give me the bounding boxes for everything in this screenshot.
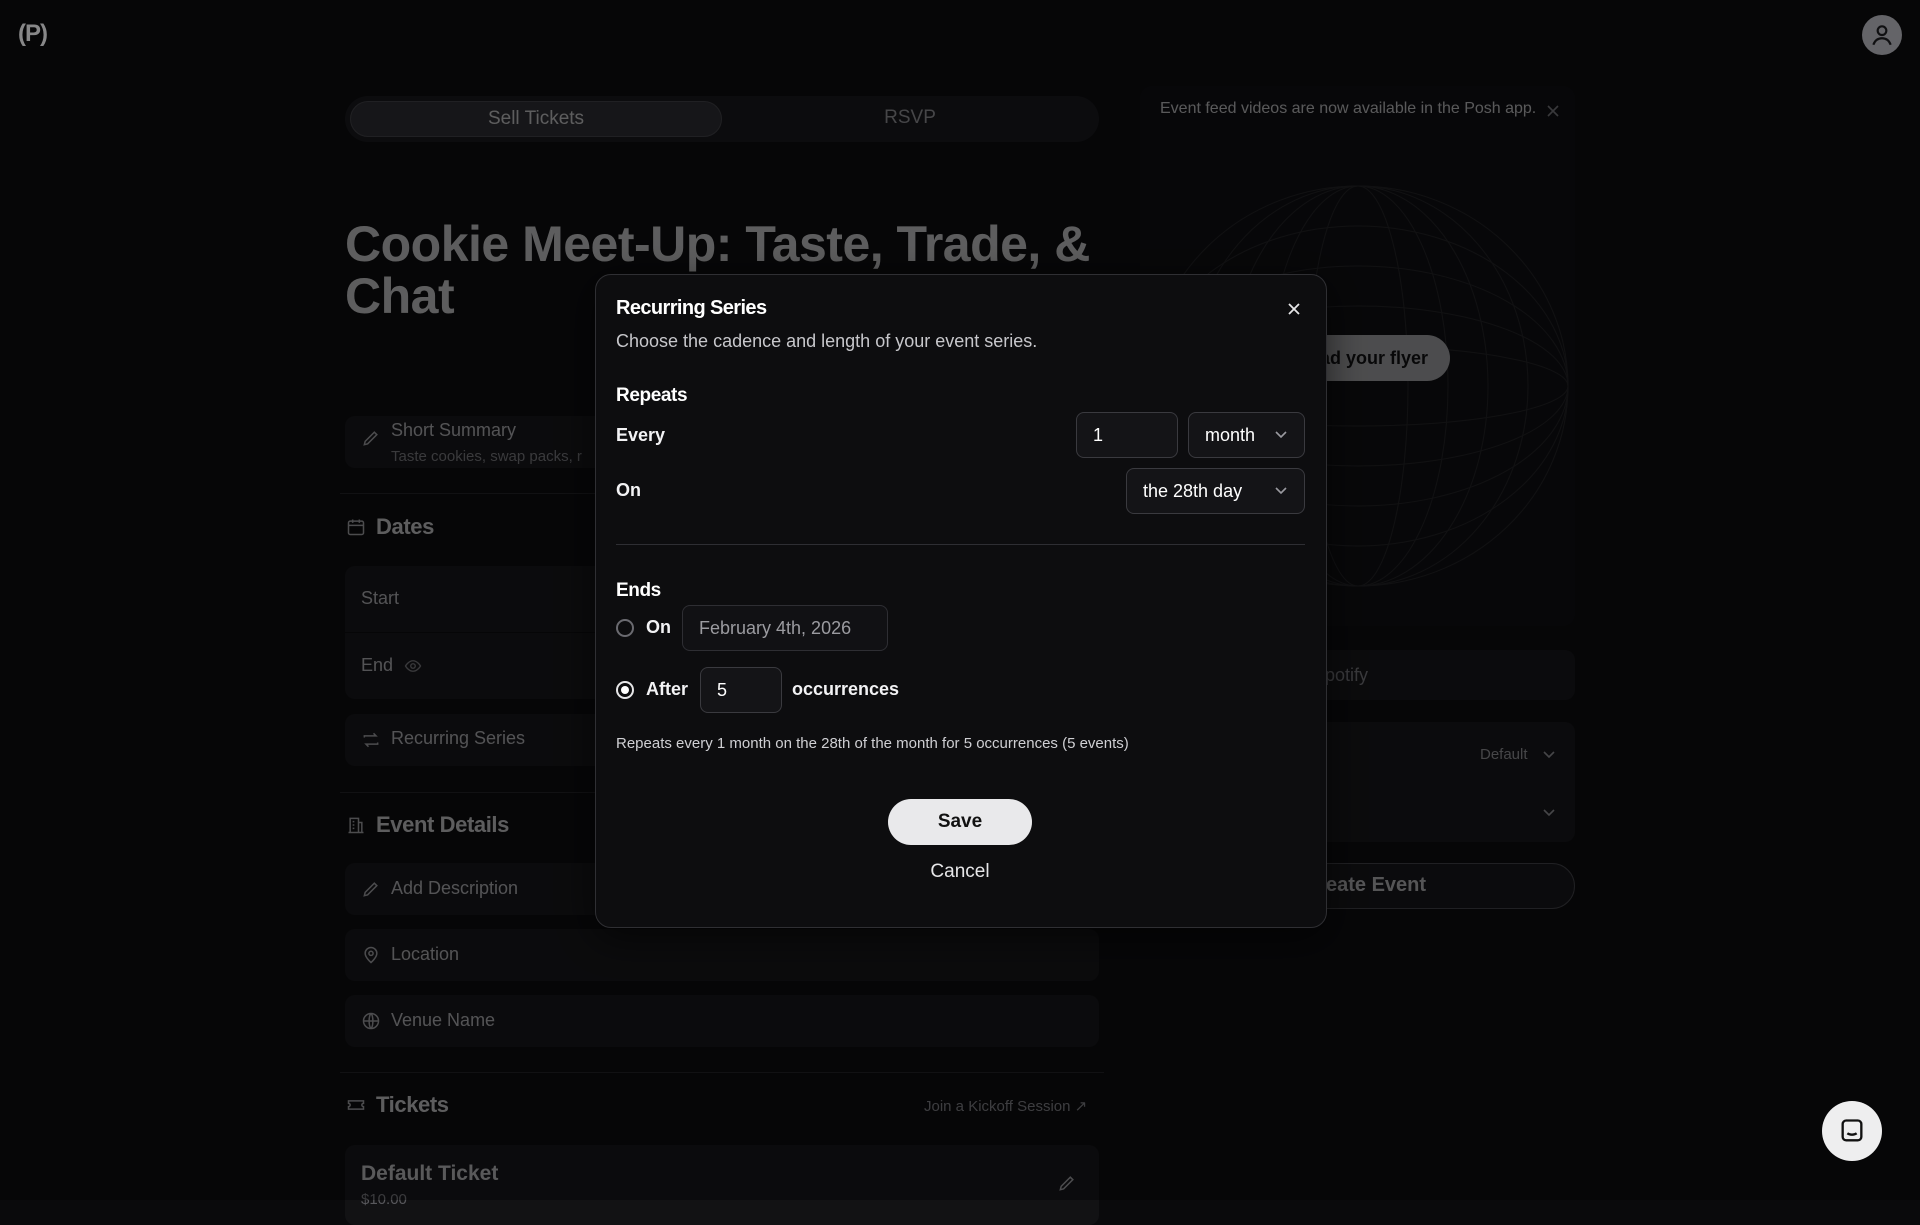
every-unit-select[interactable]: month bbox=[1188, 412, 1305, 458]
chat-icon bbox=[1841, 1119, 1863, 1142]
on-label: On bbox=[616, 480, 641, 500]
ends-on-date-field[interactable]: February 4th, 2026 bbox=[682, 605, 888, 651]
occurrences-label: occurrences bbox=[792, 679, 900, 699]
ends-after-label: After bbox=[646, 679, 689, 699]
every-unit-value: month bbox=[1205, 424, 1256, 445]
recurrence-summary: Repeats every 1 month on the 28th of the… bbox=[616, 735, 1129, 752]
modal-description: Choose the cadence and length of your ev… bbox=[616, 331, 1038, 351]
chevron-down-icon bbox=[1275, 431, 1287, 439]
ends-on-label: On bbox=[646, 617, 671, 637]
modal-title: Recurring Series bbox=[616, 297, 767, 319]
every-label: Every bbox=[616, 425, 666, 445]
chat-widget-button[interactable] bbox=[1822, 1101, 1882, 1161]
every-interval-input[interactable]: 1 bbox=[1076, 412, 1178, 458]
ends-on-radio[interactable] bbox=[616, 619, 634, 637]
on-day-value: the 28th day bbox=[1143, 480, 1243, 501]
divider bbox=[616, 544, 1305, 545]
occurrences-input[interactable]: 5 bbox=[700, 667, 782, 713]
close-icon bbox=[1288, 303, 1300, 315]
on-day-select[interactable]: the 28th day bbox=[1126, 468, 1305, 514]
chevron-down-icon bbox=[1275, 487, 1287, 495]
ends-heading: Ends bbox=[616, 580, 661, 601]
ends-after-radio[interactable] bbox=[616, 681, 634, 699]
cancel-button[interactable]: Cancel bbox=[888, 857, 1032, 887]
repeats-heading: Repeats bbox=[616, 385, 688, 406]
modal-close-button[interactable] bbox=[1282, 297, 1306, 321]
recurring-series-modal: Recurring Series Choose the cadence and … bbox=[595, 274, 1327, 928]
save-button[interactable]: Save bbox=[888, 799, 1032, 845]
